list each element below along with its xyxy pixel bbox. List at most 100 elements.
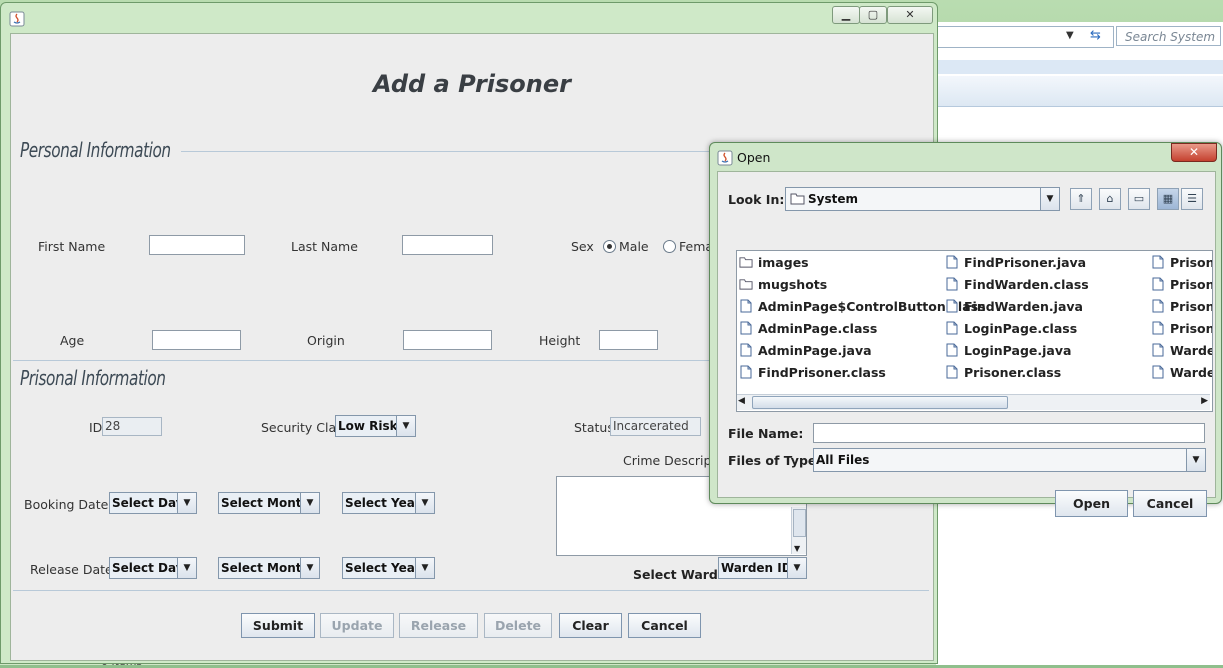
scroll-thumb[interactable] bbox=[752, 396, 1008, 409]
files-of-type-select[interactable]: All Files ▼ bbox=[813, 448, 1206, 472]
file-list-item[interactable]: Warden bbox=[1151, 342, 1212, 360]
file-name: AdminPage.java bbox=[758, 343, 872, 358]
booking-year-select[interactable]: Select Year ▼ bbox=[342, 492, 435, 514]
file-list-item[interactable]: FindWarden.class bbox=[945, 276, 1089, 294]
file-list-item[interactable]: Prisone bbox=[1151, 298, 1212, 316]
delete-button[interactable]: Delete bbox=[484, 613, 552, 638]
up-folder-icon[interactable]: ⇑ bbox=[1070, 188, 1092, 210]
warden-select[interactable]: Warden ID ▼ bbox=[718, 557, 807, 579]
chevron-down-icon[interactable]: ▼ bbox=[415, 493, 434, 513]
security-class-select[interactable]: Low Risk ▼ bbox=[335, 415, 416, 437]
file-icon bbox=[1151, 277, 1170, 292]
file-list-item[interactable]: images bbox=[739, 254, 809, 272]
chevron-down-icon[interactable]: ▼ bbox=[396, 416, 415, 436]
look-in-value: System bbox=[808, 192, 858, 206]
height-field[interactable] bbox=[599, 330, 658, 350]
release-day-select[interactable]: Select Day ▼ bbox=[109, 557, 197, 579]
id-field: 28 bbox=[102, 417, 162, 436]
first-name-field[interactable] bbox=[149, 235, 245, 255]
last-name-field[interactable] bbox=[402, 235, 493, 255]
horizontal-scrollbar[interactable]: ◀ ▶ bbox=[737, 394, 1210, 410]
release-year-select[interactable]: Select Year ▼ bbox=[342, 557, 435, 579]
file-list-item[interactable]: Warden bbox=[1151, 364, 1212, 382]
file-list-item[interactable]: mugshots bbox=[739, 276, 827, 294]
booking-day-select[interactable]: Select Day ▼ bbox=[109, 492, 197, 514]
clear-button[interactable]: Clear bbox=[559, 613, 622, 638]
refresh-icon[interactable]: ⇆ bbox=[1090, 28, 1108, 44]
details-view-icon[interactable]: ☰ bbox=[1181, 188, 1203, 210]
new-folder-icon[interactable]: ▭ bbox=[1128, 188, 1150, 210]
file-name: Warden bbox=[1170, 365, 1212, 380]
folder-icon bbox=[739, 255, 758, 270]
submit-button[interactable]: Submit bbox=[241, 613, 315, 638]
look-in-select[interactable]: System ▼ bbox=[785, 187, 1060, 211]
booking-month-select[interactable]: Select Month ▼ bbox=[218, 492, 320, 514]
prisonal-section-title: Prisonal Information bbox=[20, 366, 166, 390]
scroll-right-icon[interactable]: ▶ bbox=[1201, 396, 1208, 406]
file-icon bbox=[945, 365, 964, 380]
scroll-left-icon[interactable]: ◀ bbox=[738, 396, 745, 406]
chevron-down-icon[interactable]: ▼ bbox=[177, 493, 196, 513]
file-list-item[interactable]: FindWarden.java bbox=[945, 298, 1083, 316]
id-label: ID bbox=[89, 420, 103, 435]
file-icon bbox=[945, 255, 964, 270]
file-list-item[interactable]: Prisone bbox=[1151, 276, 1212, 294]
chevron-down-icon[interactable]: ▼ bbox=[1066, 30, 1074, 41]
status-field: Incarcerated bbox=[610, 417, 701, 436]
chevron-down-icon[interactable]: ▼ bbox=[1040, 188, 1059, 210]
close-button[interactable]: ✕ bbox=[887, 6, 933, 24]
male-radio[interactable] bbox=[603, 240, 616, 253]
home-icon[interactable]: ⌂ bbox=[1099, 188, 1121, 210]
security-class-value: Low Risk bbox=[338, 419, 398, 433]
file-list-item[interactable]: Prisone bbox=[1151, 320, 1212, 338]
chevron-down-icon[interactable]: ▼ bbox=[177, 558, 196, 578]
booking-year-value: Select Year bbox=[345, 496, 421, 510]
chevron-down-icon[interactable]: ▼ bbox=[415, 558, 434, 578]
age-field[interactable] bbox=[152, 330, 241, 350]
chevron-down-icon[interactable]: ▼ bbox=[300, 558, 319, 578]
file-icon bbox=[1151, 365, 1170, 380]
java-app-icon bbox=[9, 11, 25, 27]
file-name: FindPrisoner.java bbox=[964, 255, 1087, 270]
open-button[interactable]: Open bbox=[1055, 490, 1128, 517]
file-list-item[interactable]: FindPrisoner.class bbox=[739, 364, 886, 382]
chevron-down-icon[interactable]: ▼ bbox=[787, 558, 806, 578]
file-list-item[interactable]: Prisone bbox=[1151, 254, 1212, 272]
origin-label: Origin bbox=[307, 333, 345, 348]
file-list-item[interactable]: FindPrisoner.java bbox=[945, 254, 1086, 272]
minimize-button[interactable]: ▁ bbox=[832, 6, 860, 24]
file-icon bbox=[1151, 255, 1170, 270]
dialog-close-button[interactable]: ✕ bbox=[1171, 143, 1217, 162]
chevron-down-icon[interactable]: ▼ bbox=[1186, 449, 1205, 471]
textarea-scrollbar[interactable]: ▼ bbox=[791, 507, 806, 554]
explorer-address-bar[interactable] bbox=[936, 26, 1114, 48]
release-month-select[interactable]: Select Month ▼ bbox=[218, 557, 320, 579]
female-radio[interactable] bbox=[663, 240, 676, 253]
file-list[interactable]: images mugshots AdminPage$ControlButton.cl… bbox=[736, 250, 1213, 412]
booking-date-label: Booking Date bbox=[24, 497, 109, 512]
cancel-button[interactable]: Cancel bbox=[628, 613, 701, 638]
file-list-item[interactable]: LoginPage.class bbox=[945, 320, 1077, 338]
chevron-down-icon[interactable]: ▼ bbox=[300, 493, 319, 513]
dialog-cancel-button[interactable]: Cancel bbox=[1133, 490, 1207, 517]
file-list-item[interactable]: AdminPage.class bbox=[739, 320, 877, 338]
file-name-input[interactable] bbox=[813, 423, 1205, 443]
file-icon bbox=[739, 365, 758, 380]
update-button[interactable]: Update bbox=[320, 613, 394, 638]
list-view-icon[interactable]: ▦ bbox=[1157, 188, 1179, 210]
age-label: Age bbox=[60, 333, 85, 348]
file-list-item[interactable]: Prisoner.class bbox=[945, 364, 1061, 382]
file-list-item[interactable]: AdminPage.java bbox=[739, 342, 872, 360]
explorer-search-input[interactable]: Search System bbox=[1116, 26, 1221, 46]
window-titlebar[interactable]: ▁ ▢ ✕ bbox=[1, 3, 937, 31]
file-name: Prisone bbox=[1170, 321, 1212, 336]
folder-icon bbox=[739, 277, 758, 292]
maximize-button[interactable]: ▢ bbox=[859, 6, 887, 24]
look-in-label: Look In: bbox=[728, 192, 785, 207]
release-button[interactable]: Release bbox=[399, 613, 478, 638]
file-list-item[interactable]: LoginPage.java bbox=[945, 342, 1071, 360]
files-of-type-label: Files of Type: bbox=[728, 453, 822, 468]
file-name: AdminPage.class bbox=[758, 321, 878, 336]
origin-field[interactable] bbox=[403, 330, 492, 350]
file-name: Prisone bbox=[1170, 255, 1212, 270]
